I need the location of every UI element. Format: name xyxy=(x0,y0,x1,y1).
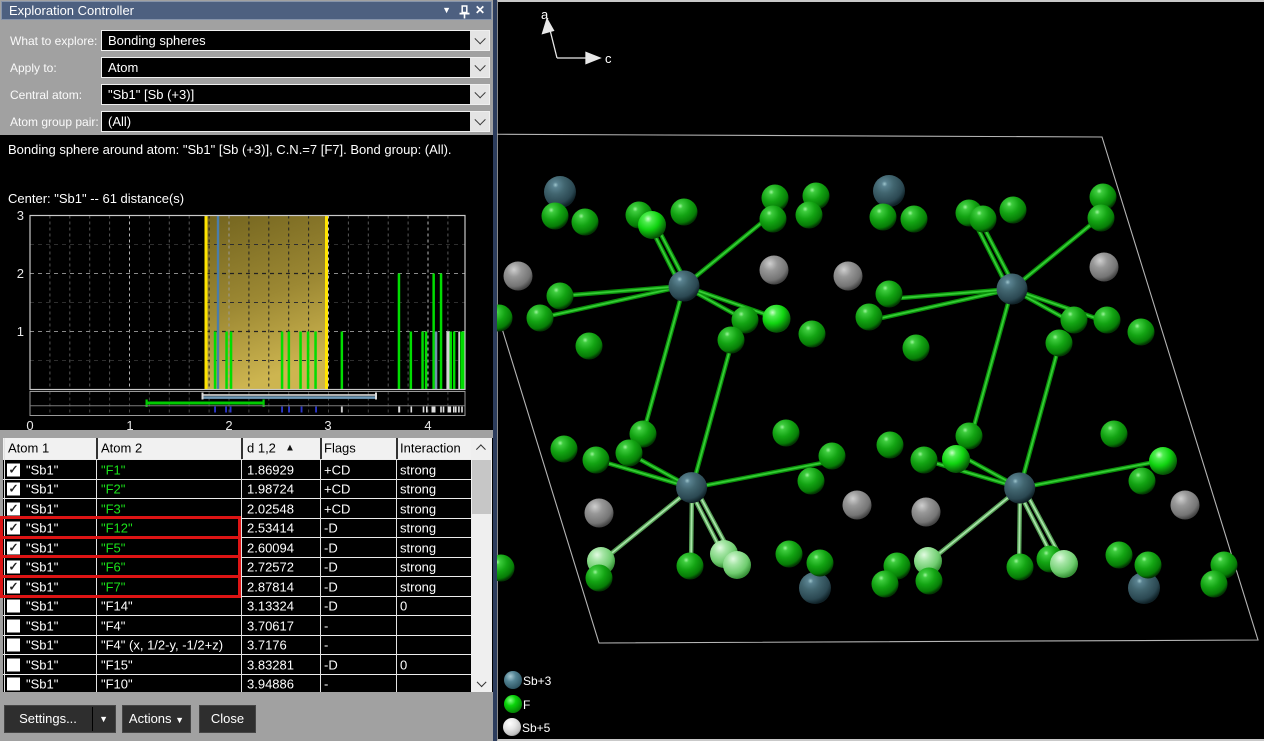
svg-text:c: c xyxy=(605,51,612,66)
svg-text:0: 0 xyxy=(26,418,33,433)
svg-text:2: 2 xyxy=(17,266,24,281)
svg-text:Sb+5: Sb+5 xyxy=(522,721,551,735)
svg-text:a: a xyxy=(541,7,549,22)
svg-text:3: 3 xyxy=(17,210,24,223)
svg-text:3: 3 xyxy=(324,418,331,433)
svg-text:Sb+3: Sb+3 xyxy=(523,674,552,688)
svg-text:2: 2 xyxy=(225,418,232,433)
svg-text:F: F xyxy=(523,698,530,712)
svg-text:4: 4 xyxy=(424,418,431,433)
svg-text:1: 1 xyxy=(17,324,24,339)
svg-text:1: 1 xyxy=(126,418,133,433)
